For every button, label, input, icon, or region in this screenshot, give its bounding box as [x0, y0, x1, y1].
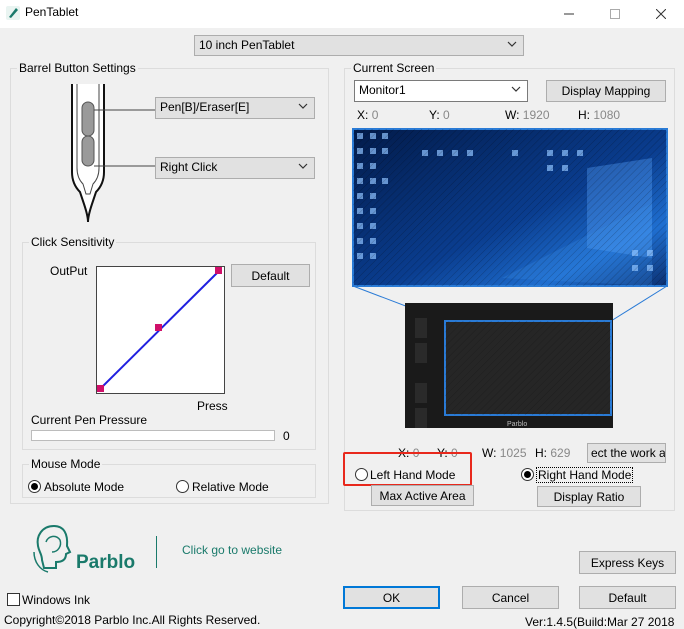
close-icon[interactable] — [638, 0, 684, 28]
output-axis-label: OutPut — [50, 264, 88, 278]
copyright-text: Copyright©2018 Parblo Inc.All Rights Res… — [4, 613, 261, 627]
cancel-button[interactable]: Cancel — [462, 586, 559, 609]
tablet-thumbnail: Parblo — [405, 303, 613, 428]
pen-pressure-bar — [31, 430, 275, 441]
pentablet-app-icon — [6, 6, 20, 20]
lower-barrel-button-select[interactable]: Right Click — [155, 157, 315, 179]
express-keys-button[interactable]: Express Keys — [579, 551, 676, 574]
curve-mid-handle[interactable] — [155, 324, 162, 331]
curve-end-handle[interactable] — [215, 267, 222, 274]
chevron-down-icon — [298, 163, 308, 169]
tablet-h-readout: H: 629 — [535, 446, 571, 460]
chevron-down-icon — [507, 41, 517, 47]
title-bar: PenTablet — [0, 0, 684, 28]
screen-mapping-preview[interactable]: Parblo — [352, 128, 668, 428]
mouse-mode-label: Mouse Mode — [29, 457, 103, 471]
pressure-curve-editor[interactable] — [96, 266, 225, 394]
current-screen-label: Current Screen — [351, 61, 437, 75]
website-link[interactable]: Click go to website — [182, 543, 282, 557]
windows-ink-label[interactable]: Windows Ink — [22, 593, 90, 607]
absolute-mode-radio[interactable] — [28, 480, 41, 493]
desktop-thumbnail — [352, 128, 668, 287]
upper-barrel-button-select[interactable]: Pen[B]/Eraser[E] — [155, 97, 315, 119]
window-title: PenTablet — [25, 5, 79, 19]
windows-ink-checkbox[interactable] — [7, 593, 20, 606]
parblo-logo-icon[interactable] — [32, 522, 78, 574]
barrel-group-label: Barrel Button Settings — [17, 61, 138, 75]
tablet-w-readout: W: 1025 — [482, 446, 527, 460]
version-text: Ver:1.4.5(Build:Mar 27 2018 — [525, 615, 675, 629]
minimize-icon[interactable] — [546, 0, 592, 28]
left-hand-mode-radio[interactable] — [355, 468, 368, 481]
chevron-down-icon — [511, 86, 521, 92]
right-hand-mode-radio[interactable] — [521, 468, 534, 481]
display-mapping-button[interactable]: Display Mapping — [546, 80, 666, 102]
left-hand-mode-label[interactable]: Left Hand Mode — [370, 468, 455, 482]
right-hand-mode-label[interactable]: Right Hand Mode — [536, 467, 634, 483]
default-button[interactable]: Default — [579, 586, 676, 609]
upper-barrel-button-value: Pen[B]/Eraser[E] — [160, 100, 250, 114]
curve-start-handle[interactable] — [97, 385, 104, 392]
screen-x-readout: X: 0 — [357, 108, 379, 122]
screen-w-readout: W: 1920 — [505, 108, 550, 122]
relative-mode-label[interactable]: Relative Mode — [192, 480, 269, 494]
pen-illustration — [71, 84, 156, 223]
relative-mode-radio[interactable] — [176, 480, 189, 493]
sensitivity-group-label: Click Sensitivity — [29, 235, 117, 249]
parblo-brand-text[interactable]: Parblo — [76, 552, 135, 574]
tablet-brand-text: Parblo — [507, 421, 527, 428]
screen-h-readout: H: 1080 — [578, 108, 621, 122]
max-active-area-button[interactable]: Max Active Area — [371, 485, 474, 506]
pen-pressure-label: Current Pen Pressure — [31, 413, 148, 427]
ok-button[interactable]: OK — [343, 586, 440, 609]
lower-barrel-button-value: Right Click — [160, 160, 218, 174]
monitor-select-value: Monitor1 — [359, 83, 406, 97]
device-select[interactable]: 10 inch PenTablet — [194, 35, 524, 56]
footer-divider — [156, 536, 157, 568]
pen-pressure-value: 0 — [283, 429, 290, 443]
press-axis-label: Press — [197, 399, 228, 413]
maximize-icon[interactable] — [592, 0, 638, 28]
device-select-value: 10 inch PenTablet — [199, 38, 295, 52]
absolute-mode-label[interactable]: Absolute Mode — [44, 480, 124, 494]
chevron-down-icon — [298, 103, 308, 109]
select-work-area-button[interactable]: ect the work a — [587, 443, 666, 463]
sensitivity-default-button[interactable]: Default — [231, 264, 310, 287]
monitor-select[interactable]: Monitor1 — [354, 80, 528, 102]
display-ratio-button[interactable]: Display Ratio — [537, 486, 641, 507]
screen-y-readout: Y: 0 — [429, 108, 450, 122]
